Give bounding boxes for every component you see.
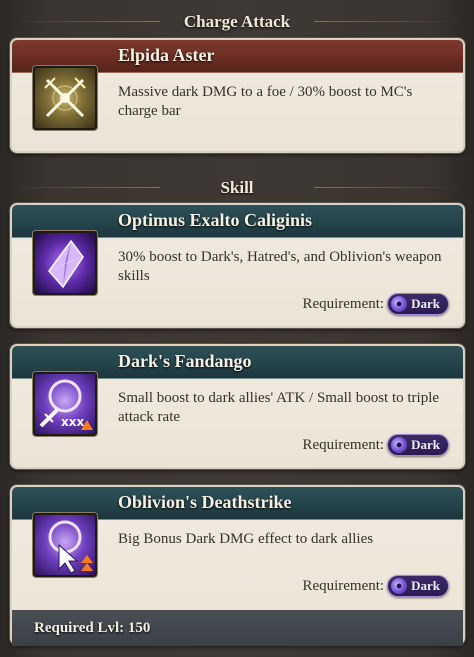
svg-text:xxx: xxx — [61, 415, 84, 429]
requirement-label: Requirement: — [302, 577, 385, 594]
requirement-label: Requirement: — [302, 436, 385, 453]
dark-crystal-icon — [33, 231, 97, 295]
skill-description: Small boost to dark allies' ATK / Small … — [118, 390, 440, 425]
dark-sword-triple-attack-icon: xxx — [33, 372, 97, 436]
requirement-value: Dark — [411, 578, 440, 593]
charge-attack-description: Massive dark DMG to a foe / 30% boost to… — [118, 84, 413, 119]
required-level: Required Lvl: 150 — [34, 620, 151, 636]
requirement-value: Dark — [411, 296, 440, 311]
skill-description: Big Bonus Dark DMG effect to dark allies — [118, 531, 374, 547]
required-level-bar: Required Lvl: 150 — [12, 610, 463, 646]
charge-attack-card[interactable]: Elpida Aster Massive dark DMG to a foe /… — [10, 38, 465, 153]
dark-element-badge: ● Dark — [387, 293, 449, 315]
requirement: Requirement: ● Dark — [302, 293, 449, 315]
requirement-label: Requirement: — [302, 295, 385, 312]
requirement: Requirement: ● Dark — [302, 575, 449, 597]
crossed-swords-icon — [33, 66, 97, 130]
skill-card-1[interactable]: Optimus Exalto Caliginis 30% boost to Da… — [10, 203, 465, 328]
charge-attack-header: Charge Attack — [0, 9, 474, 35]
skill-description: 30% boost to Dark's, Hatred's, and Obliv… — [118, 249, 442, 284]
dark-element-badge: ● Dark — [387, 575, 449, 597]
skill-header: Skill — [0, 175, 474, 201]
skill-card-2[interactable]: Dark's Fandango xxx Small boost to dark … — [10, 344, 465, 469]
dark-element-badge: ● Dark — [387, 434, 449, 456]
dark-element-icon: ● — [391, 437, 408, 453]
requirement: Requirement: ● Dark — [302, 434, 449, 456]
dark-element-icon: ● — [391, 296, 408, 312]
requirement-value: Dark — [411, 437, 440, 452]
dark-element-icon: ● — [391, 578, 408, 594]
dark-cursor-boost-icon — [33, 513, 97, 577]
